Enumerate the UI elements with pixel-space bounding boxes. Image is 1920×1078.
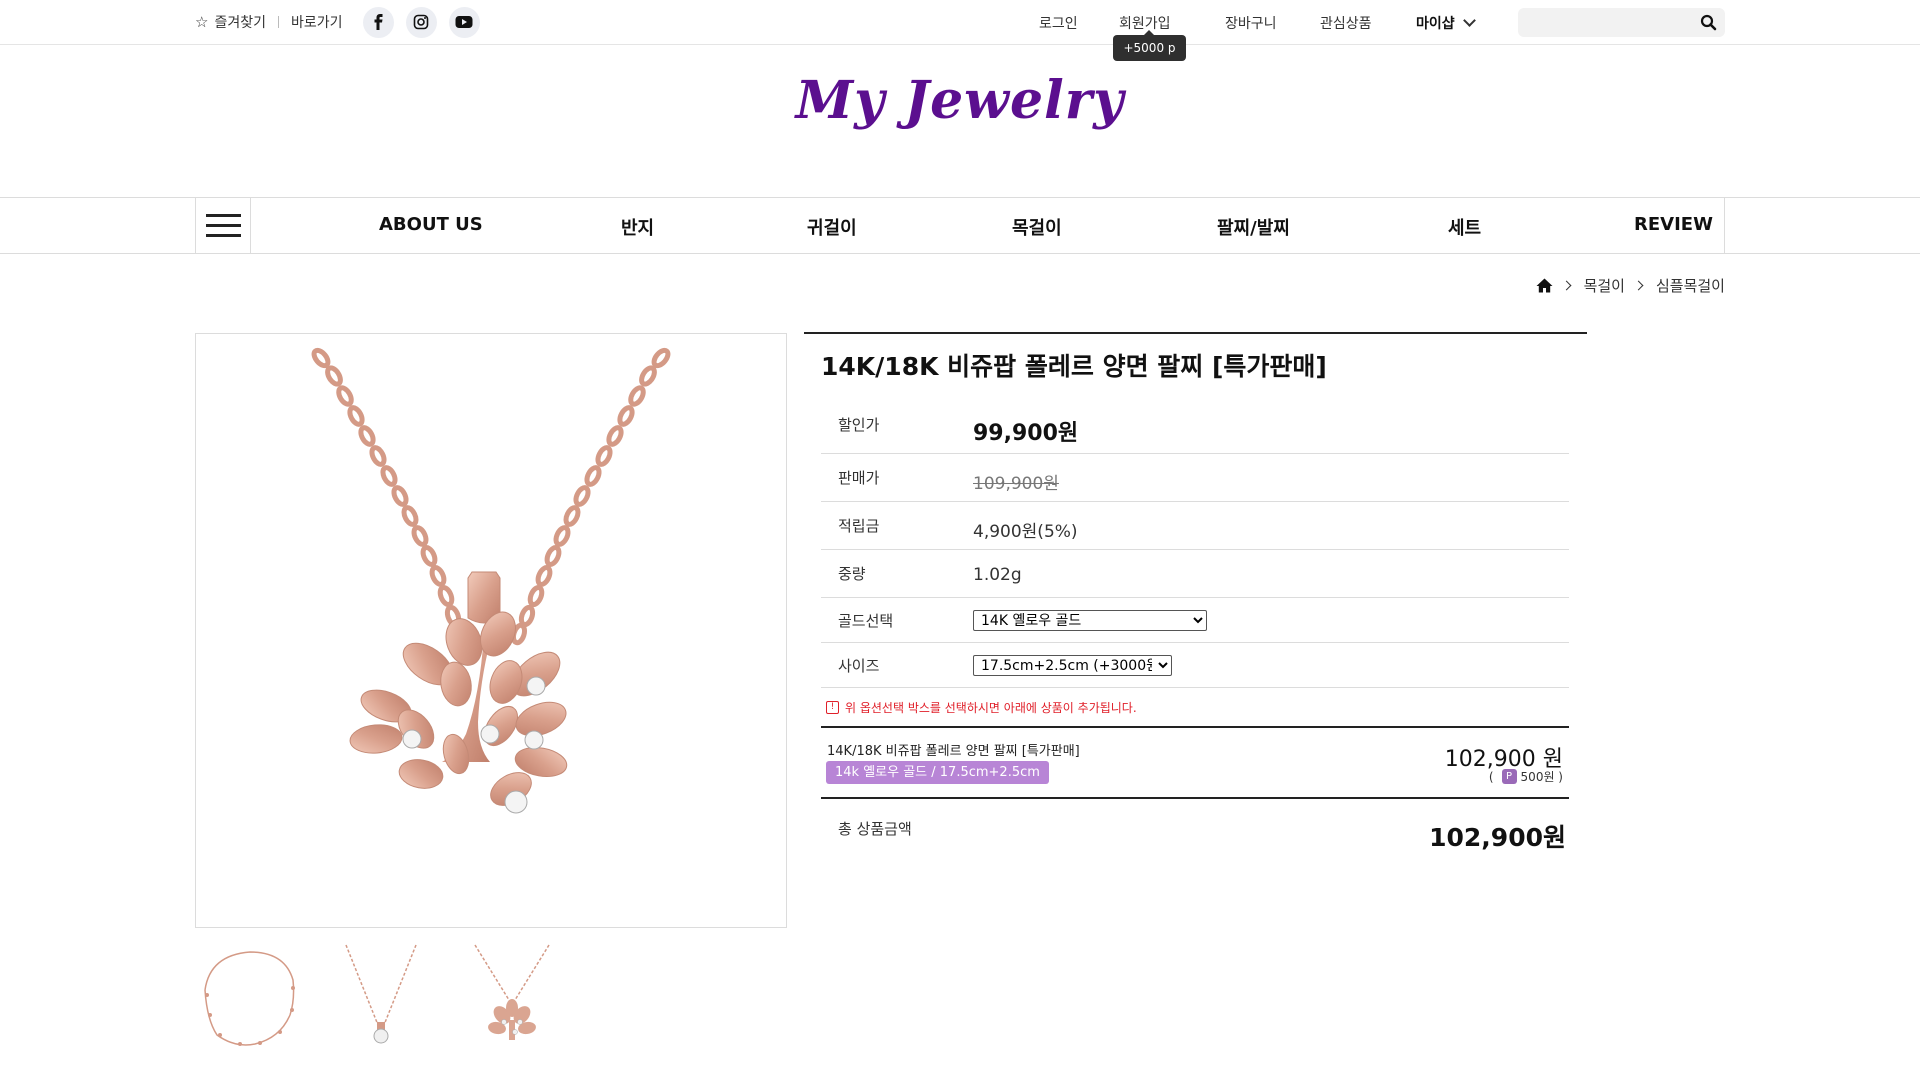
nav-item-bracelets[interactable]: 팔찌/발찌 [1217,214,1290,240]
main-nav [0,197,1920,254]
breadcrumb-level2[interactable]: 심플목걸이 [1656,275,1725,296]
row-size-select: 사이즈 17.5cm+2.5cm (+3000원) [821,643,1569,688]
selected-product-points: ( P 500원 ) [1489,768,1563,785]
size-select[interactable]: 17.5cm+2.5cm (+3000원) [973,655,1172,676]
thumbnail-solitaire-necklace[interactable] [326,940,436,1050]
search-input[interactable] [1518,8,1688,37]
star-icon[interactable]: ☆ [195,13,208,31]
row-reward: 적립금 4,900원(5%) [821,502,1569,550]
gold-select-label: 골드선택 [838,612,894,630]
divider [277,16,279,28]
nav-item-rings[interactable]: 반지 [621,214,654,240]
points-open-paren: ( [1488,769,1494,784]
nav-item-necklaces[interactable]: 목걸이 [1012,214,1062,240]
info-top-divider [804,332,1587,334]
row-sale-price: 할인가 99,900원 [821,401,1569,454]
sale-price-label: 할인가 [838,416,880,434]
nav-item-about[interactable]: ABOUT US [379,214,483,235]
selected-bottom-divider [821,797,1569,799]
selected-option-badge: 14k 옐로우 골드 / 17.5cm+2.5cm [826,761,1049,784]
search-box [1518,8,1725,37]
size-select-label: 사이즈 [838,657,880,675]
social-links [362,6,480,38]
row-gold-select: 골드선택 14K 옐로우 골드 [821,598,1569,643]
search-icon[interactable] [1700,14,1717,31]
menu-icon[interactable] [195,197,251,254]
thumbnail-bracelet[interactable] [195,940,305,1050]
points-icon: P [1501,769,1517,784]
necklace-thumbnail-image [345,944,417,1044]
weight-label: 중량 [838,565,866,583]
breadcrumb-level1[interactable]: 목걸이 [1584,275,1625,296]
selected-product-name: 14K/18K 비쥬팝 폴레르 양면 팔찌 [특가판매] [827,744,1080,759]
bracelet-thumbnail-image [204,951,295,1046]
chevron-down-icon [1462,14,1476,27]
shortcut-link[interactable]: 바로가기 [291,12,343,32]
total-label: 총 상품금액 [838,820,912,838]
facebook-icon[interactable] [362,6,394,38]
gold-select[interactable]: 14K 옐로우 골드 [973,610,1207,631]
reward-value: 4,900원(5%) [973,522,1078,542]
total-price: 102,900원 [1429,823,1566,852]
thumbnail-tree-necklace[interactable] [457,940,567,1050]
price-value: 109,900원 [973,474,1059,494]
sale-price-value: 99,900원 [973,421,1079,446]
home-icon[interactable] [1536,278,1553,293]
option-notice-text: 위 옵션선택 박스를 선택하시면 아래에 상품이 추가됩니다. [845,701,1137,715]
signup-points-badge: +5000 p [1113,30,1186,61]
login-link[interactable]: 로그인 [1039,13,1078,33]
row-weight: 중량 1.02g [821,550,1569,598]
product-title: 14K/18K 비쥬팝 폴레르 양면 팔찌 [특가판매] [821,352,1327,381]
tree-necklace-thumbnail-image [474,944,550,1040]
myshop-label: 마이샵 [1416,16,1455,32]
product-main-image[interactable] [195,333,787,928]
weight-value: 1.02g [973,565,1022,585]
myshop-menu[interactable]: 마이샵 [1416,13,1476,33]
chevron-right-icon [1561,280,1572,291]
nav-item-earrings[interactable]: 귀걸이 [807,214,857,240]
chevron-right-icon [1633,280,1644,291]
reward-label: 적립금 [838,517,880,535]
nav-item-sets[interactable]: 세트 [1448,214,1481,240]
site-logo[interactable]: My Jewelry [0,70,1920,131]
youtube-icon[interactable] [448,6,480,38]
selected-top-divider [821,726,1569,728]
price-label: 판매가 [838,469,880,487]
top-left-links: ☆ 즐겨찾기 바로가기 [195,6,480,38]
bookmark-link[interactable]: 즐겨찾기 [214,12,266,32]
nav-divider [1724,197,1725,254]
wishlist-link[interactable]: 관심상품 [1320,13,1372,33]
nav-item-review[interactable]: REVIEW [1634,214,1713,235]
row-price: 판매가 109,900원 [821,454,1569,502]
instagram-icon[interactable] [405,6,437,38]
tree-necklace-image [311,347,671,814]
warning-icon: ! [826,701,839,714]
cart-link[interactable]: 장바구니 [1225,13,1277,33]
points-value: 500원 ) [1520,770,1563,784]
option-notice: ! 위 옵션선택 박스를 선택하시면 아래에 상품이 추가됩니다. [826,699,1137,716]
breadcrumb: 목걸이 심플목걸이 [1536,275,1725,296]
